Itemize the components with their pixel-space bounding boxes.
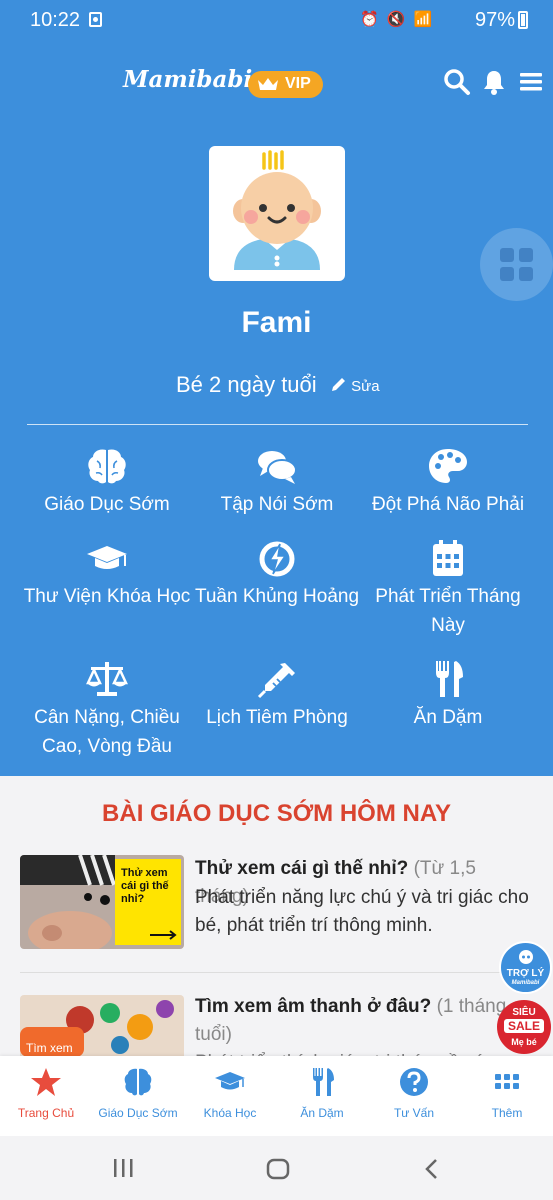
thumbnail-caption: Tìm xem <box>26 1041 73 1055</box>
assistant-sublabel: Mamibabi <box>511 980 540 986</box>
section-title: BÀI GIÁO DỤC SỚM HÔM NAY <box>102 800 451 827</box>
feature-crisis-weeks[interactable]: Tuần Khủng Hoảng <box>187 538 367 611</box>
baby-age: Bé 2 ngày tuổi <box>176 372 317 397</box>
article-thumbnail: Thử xem cái gì thế nhỉ? <box>20 855 184 949</box>
baby-face-icon <box>233 150 321 270</box>
sale-line2: SALE <box>504 1019 544 1033</box>
feature-label: Phát Triển Tháng Này <box>375 586 521 636</box>
back-icon[interactable] <box>424 1158 440 1180</box>
feature-growth-measure[interactable]: Cân Nặng, Chiều Cao, Vòng Đầu <box>17 659 197 761</box>
article-thumbnail: Tìm xem <box>20 995 184 1057</box>
grid-cell <box>500 267 514 281</box>
edit-profile-link[interactable]: Sửa <box>330 376 380 395</box>
nav-weaning[interactable]: Ăn Dặm <box>276 1056 368 1136</box>
battery-percent: 97% <box>475 9 516 31</box>
feature-course-library[interactable]: Thư Viện Khóa Học <box>17 538 197 611</box>
chat-bubbles-icon <box>258 451 297 484</box>
assistant-button[interactable]: TRỢ LÝ Mamibabi <box>499 941 552 994</box>
crisis-icon <box>259 541 295 577</box>
menu-icon[interactable] <box>518 68 546 96</box>
vip-label: VIP <box>285 75 311 92</box>
nav-consult[interactable]: Tư Vấn <box>368 1056 460 1136</box>
feature-early-education[interactable]: Giáo Dục Sớm <box>17 446 197 519</box>
baby-avatar[interactable] <box>209 146 345 281</box>
article-title-text: Thử xem cái gì thế nhỉ? <box>195 858 409 879</box>
notification-icon <box>89 12 102 27</box>
graduation-cap-icon <box>87 546 127 569</box>
status-bar: 10:22 ⏰ 🔇 📶 97% <box>0 0 553 44</box>
brain-icon <box>124 1068 152 1096</box>
nav-courses[interactable]: Khóa Học <box>184 1056 276 1136</box>
feature-monthly-development[interactable]: Phát Triển Tháng Này <box>358 538 538 640</box>
calendar-icon <box>433 540 463 576</box>
nav-label: Giáo Dục Sớm <box>98 1106 178 1120</box>
status-time: 10:22 <box>30 9 81 31</box>
star-icon <box>31 1068 61 1096</box>
grid-icon <box>495 1074 519 1089</box>
edit-label: Sửa <box>351 378 380 395</box>
system-navigation <box>0 1136 553 1200</box>
bell-icon[interactable] <box>480 68 508 96</box>
thumbnail-caption: Thử xem cái gì thế nhỉ? <box>121 867 169 905</box>
feature-label: Tuần Khủng Hoảng <box>194 586 360 607</box>
baby-name: Fami <box>241 306 312 339</box>
utensils-icon <box>313 1068 334 1096</box>
vip-badge[interactable]: VIP <box>248 71 323 98</box>
nav-label: Tư Vấn <box>393 1106 435 1120</box>
bottom-navigation: Trang Chủ Giáo Dục Sớm Khóa Học Ăn Dặm T… <box>0 1056 553 1136</box>
feature-label: Tập Nói Sớm <box>220 494 334 515</box>
utensils-icon <box>436 661 463 697</box>
nav-label: Thêm <box>491 1106 523 1120</box>
grid-cell <box>519 248 533 262</box>
grid-cell <box>519 267 533 281</box>
search-icon[interactable] <box>443 68 471 96</box>
feature-label: Đột Phá Não Phải <box>371 494 525 515</box>
pencil-icon <box>332 378 345 391</box>
nav-home[interactable]: Trang Chủ <box>0 1056 92 1136</box>
robot-icon <box>519 950 533 964</box>
article-title: Tìm xem âm thanh ở đâu? (1 tháng tuổi) <box>195 993 533 1049</box>
nav-more[interactable]: Thêm <box>461 1056 553 1136</box>
crown-icon <box>258 78 278 90</box>
feature-right-brain[interactable]: Đột Phá Não Phải <box>358 446 538 519</box>
recent-apps-icon[interactable] <box>112 1158 134 1178</box>
sale-button[interactable]: SIÊU SALE Mẹ bé <box>497 1000 551 1054</box>
feature-label: Cân Nặng, Chiều Cao, Vòng Đầu <box>34 707 180 757</box>
article-title-text: Tìm xem âm thanh ở đâu? <box>195 996 432 1017</box>
home-icon[interactable] <box>266 1158 290 1180</box>
feature-label: Giáo Dục Sớm <box>44 494 170 515</box>
brain-icon <box>88 449 126 484</box>
question-icon <box>400 1068 428 1096</box>
assistant-label: TRỢ LÝ <box>506 968 545 979</box>
apps-grid-button[interactable] <box>480 228 553 301</box>
grid-cell <box>500 248 514 262</box>
nav-label: Khóa Học <box>203 1106 257 1120</box>
app-logo: Mamibabi <box>123 66 253 93</box>
battery-icon <box>518 11 528 29</box>
scale-icon <box>86 662 128 696</box>
nav-label: Trang Chủ <box>17 1106 75 1120</box>
sale-line1: SIÊU <box>512 1007 536 1018</box>
divider <box>27 424 528 425</box>
nav-label: Ăn Dặm <box>300 1106 344 1120</box>
system-icons: ⏰ 🔇 📶 <box>360 11 435 28</box>
feature-weaning[interactable]: Ăn Dặm <box>358 659 538 732</box>
article-divider <box>20 972 535 973</box>
feature-label: Ăn Dặm <box>413 707 483 728</box>
graduation-cap-icon <box>215 1072 245 1090</box>
palette-icon <box>429 449 467 483</box>
sale-line3: Mẹ bé <box>511 1037 537 1047</box>
feature-early-speaking[interactable]: Tập Nói Sớm <box>187 446 367 519</box>
nav-early-education[interactable]: Giáo Dục Sớm <box>92 1056 184 1136</box>
feature-label: Thư Viện Khóa Học <box>23 586 191 607</box>
feature-vaccination[interactable]: Lịch Tiêm Phòng <box>187 659 367 732</box>
feature-label: Lịch Tiêm Phòng <box>206 707 348 728</box>
article-description: Phát triển năng lực chú ý và tri giác ch… <box>195 887 529 936</box>
syringe-icon <box>257 663 295 699</box>
